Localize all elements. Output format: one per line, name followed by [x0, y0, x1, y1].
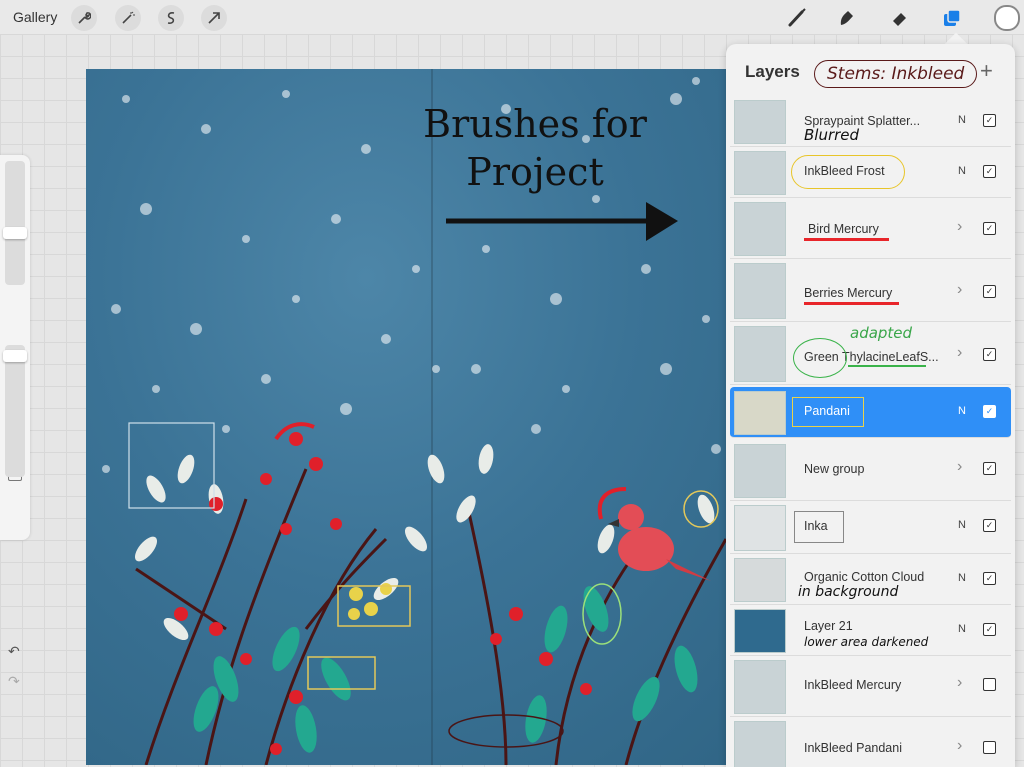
chevron-right-icon[interactable]: ›: [957, 737, 962, 755]
visibility-checkbox[interactable]: ✓: [983, 519, 996, 532]
green-underline: [848, 365, 926, 367]
group-thumbnail: [734, 263, 786, 319]
layer-name: New group: [804, 462, 865, 476]
chevron-right-icon[interactable]: ›: [957, 344, 962, 362]
visibility-checkbox[interactable]: ✓: [983, 462, 996, 475]
group-thumbnail: [734, 326, 786, 382]
blend-mode[interactable]: N: [958, 165, 966, 177]
layer-annotation: Blurred: [804, 126, 860, 144]
layer-group-inkbleed-pandani[interactable]: InkBleed Pandani ›: [730, 717, 1011, 767]
visibility-checkbox[interactable]: [983, 741, 996, 754]
smudge-icon[interactable]: [833, 4, 861, 32]
visibility-checkbox[interactable]: ✓: [983, 165, 996, 178]
annotation-box: [792, 397, 864, 427]
layer-row-pandani[interactable]: Pandani N ✓: [730, 387, 1011, 438]
group-thumbnail: [734, 721, 786, 767]
layer-row-layer-21[interactable]: Layer 21 lower area darkened N ✓: [730, 605, 1011, 656]
brush-size-thumb[interactable]: [3, 227, 27, 239]
visibility-checkbox[interactable]: ✓: [983, 572, 996, 585]
group-thumbnail: [734, 660, 786, 714]
layers-panel: Layers + Stems: Inkbleed Spraypaint Spla…: [726, 44, 1015, 767]
layer-group-bird-mercury[interactable]: Bird Mercury › ✓: [730, 198, 1011, 259]
layer-thumbnail: [734, 100, 786, 144]
layer-group-new-group[interactable]: New group › ✓: [730, 440, 1011, 501]
brush-icon[interactable]: [783, 4, 811, 32]
visibility-checkbox[interactable]: ✓: [983, 348, 996, 361]
visibility-checkbox[interactable]: ✓: [983, 285, 996, 298]
undo-icon[interactable]: ↶: [8, 643, 20, 660]
blend-mode[interactable]: N: [958, 519, 966, 531]
visibility-checkbox[interactable]: ✓: [983, 623, 996, 636]
layer-annotation: lower area darkened: [804, 635, 929, 649]
layers-title: Layers: [745, 62, 800, 81]
layer-annotation: in background: [798, 584, 899, 600]
visibility-checkbox[interactable]: ✓: [983, 114, 996, 127]
color-picker-button[interactable]: [994, 5, 1020, 31]
blend-mode[interactable]: N: [958, 623, 966, 635]
chevron-right-icon[interactable]: ›: [957, 458, 962, 476]
visibility-checkbox[interactable]: ✓: [983, 405, 996, 418]
blend-mode[interactable]: N: [958, 114, 966, 126]
layer-name: Bird Mercury: [808, 222, 879, 236]
annotation-circle: [793, 338, 847, 378]
layer-thumbnail: [734, 558, 786, 602]
transform-arrow-icon[interactable]: [201, 5, 227, 31]
red-underline: [804, 302, 899, 305]
blend-mode[interactable]: N: [958, 572, 966, 584]
annotation-circle: [791, 155, 905, 189]
layer-thumbnail: [734, 151, 786, 195]
caption-line-2: Project: [466, 150, 604, 194]
red-underline: [804, 238, 889, 241]
layer-thumbnail: [734, 505, 786, 551]
layer-row-inka[interactable]: Inka N ✓: [730, 501, 1011, 554]
chevron-right-icon[interactable]: ›: [957, 281, 962, 299]
layer-group-thylacine-leaf[interactable]: adapted Green ThylacineLeafS... › ✓: [730, 322, 1011, 385]
layer-annotation: adapted: [850, 324, 913, 342]
opacity-thumb[interactable]: [3, 350, 27, 362]
chevron-right-icon[interactable]: ›: [957, 674, 962, 692]
layer-thumbnail: [734, 609, 786, 653]
layer-name: Berries Mercury: [804, 286, 893, 300]
add-layer-button[interactable]: +: [980, 58, 993, 84]
opacity-slider[interactable]: [5, 345, 25, 477]
brush-size-slider[interactable]: [5, 161, 25, 285]
chevron-right-icon[interactable]: ›: [957, 218, 962, 236]
visibility-checkbox[interactable]: [983, 678, 996, 691]
top-toolbar: Gallery: [0, 0, 1024, 34]
selection-icon[interactable]: [158, 5, 184, 31]
layer-group-inkbleed-mercury[interactable]: InkBleed Mercury ›: [730, 656, 1011, 717]
layer-row-spraypaint[interactable]: Spraypaint Splatter... Blurred N ✓: [730, 96, 1011, 147]
layer-row-inkbleed-frost[interactable]: InkBleed Frost N ✓: [730, 147, 1011, 198]
visibility-checkbox[interactable]: ✓: [983, 222, 996, 235]
group-thumbnail: [734, 444, 786, 498]
title-annotation: Stems: Inkbleed: [814, 60, 978, 88]
layer-name: InkBleed Pandani: [804, 741, 902, 755]
blend-mode[interactable]: N: [958, 405, 966, 417]
layer-name: InkBleed Mercury: [804, 678, 902, 692]
annotation-box: [794, 511, 844, 543]
layer-group-berries-mercury[interactable]: Berries Mercury › ✓: [730, 259, 1011, 322]
left-sidebar: ↶ ↷: [0, 155, 30, 689]
redo-icon[interactable]: ↷: [8, 673, 20, 690]
layers-icon[interactable]: [938, 4, 966, 32]
layer-thumbnail: [734, 391, 786, 435]
caption-line-1: Brushes for: [423, 102, 647, 146]
canvas-caption: Brushes for Project: [380, 100, 690, 196]
eraser-icon[interactable]: [886, 4, 914, 32]
group-thumbnail: [734, 202, 786, 256]
layer-row-organic-cotton-cloud[interactable]: Organic Cotton Cloud in background N ✓: [730, 554, 1011, 605]
layer-name: Layer 21: [804, 619, 853, 633]
magic-wand-icon[interactable]: [115, 5, 141, 31]
layer-name: Organic Cotton Cloud: [804, 570, 925, 584]
wrench-icon[interactable]: [71, 5, 97, 31]
gallery-button[interactable]: Gallery: [13, 9, 57, 25]
